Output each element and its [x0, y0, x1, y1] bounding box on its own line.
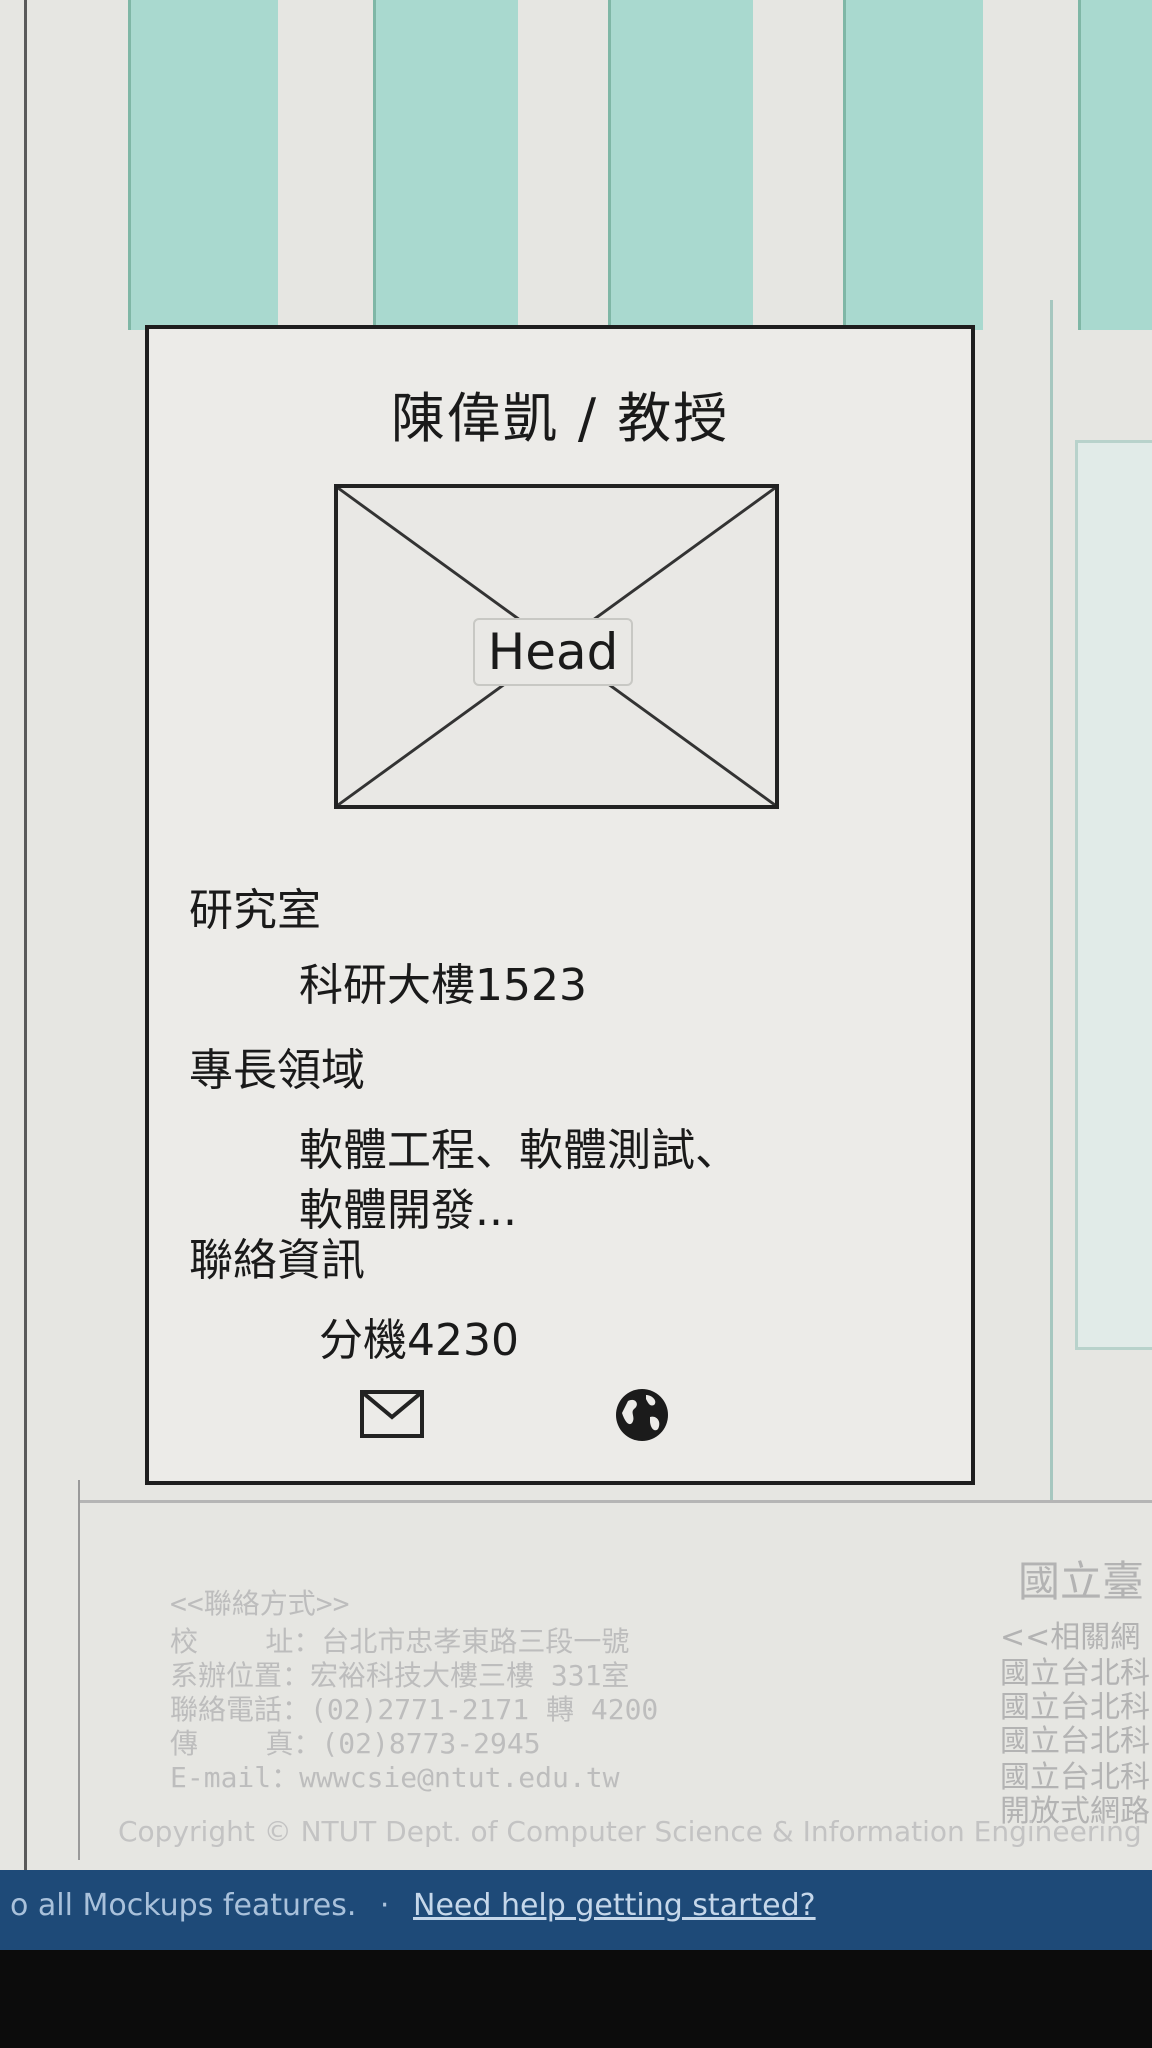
right-column-line: [1050, 300, 1053, 1500]
stripe: [608, 0, 753, 330]
footer-copyright: Copyright © NTUT Dept. of Computer Scien…: [118, 1815, 1142, 1848]
contact-icons: [359, 1389, 689, 1449]
lab-label: 研究室: [189, 885, 321, 936]
footer-email[interactable]: E-mail：wwwcsie@ntut.edu.tw: [170, 1756, 619, 1796]
status-message: o all Mockups features. · Need help gett…: [10, 1888, 816, 1923]
expertise-value-line1: 軟體工程、軟體測試、: [299, 1125, 739, 1176]
stripe: [1078, 0, 1152, 330]
outer-frame-left: [24, 0, 27, 1870]
status-features-text: o all Mockups features.: [10, 1888, 357, 1923]
globe-icon[interactable]: [614, 1387, 670, 1447]
expertise-label: 專長領域: [189, 1045, 365, 1096]
envelope-icon[interactable]: [359, 1389, 425, 1443]
stripe: [128, 0, 278, 330]
head-image-placeholder[interactable]: Head: [334, 484, 779, 809]
footer-right-title: 國立臺: [1018, 1557, 1145, 1606]
status-separator: ·: [379, 1888, 390, 1923]
stripe: [373, 0, 518, 330]
footer-contact-heading: <<聯絡方式>>: [170, 1587, 350, 1620]
monitor-bezel: [0, 1950, 1152, 2048]
status-bar: o all Mockups features. · Need help gett…: [0, 1870, 1152, 1950]
contact-label: 聯絡資訊: [189, 1235, 365, 1286]
help-link[interactable]: Need help getting started?: [413, 1888, 816, 1923]
right-side-panel: [1075, 440, 1152, 1350]
lab-value: 科研大樓1523: [299, 960, 587, 1011]
profile-card: 陳偉凱 / 教授 Head 研究室 科研大樓1523 專長領域 軟體工程、軟體測…: [145, 325, 975, 1485]
contact-value: 分機4230: [319, 1315, 519, 1366]
profile-title: 陳偉凱 / 教授: [390, 387, 730, 450]
header-stripes: [128, 0, 1152, 330]
placeholder-label: Head: [473, 618, 633, 686]
stripe: [843, 0, 983, 330]
